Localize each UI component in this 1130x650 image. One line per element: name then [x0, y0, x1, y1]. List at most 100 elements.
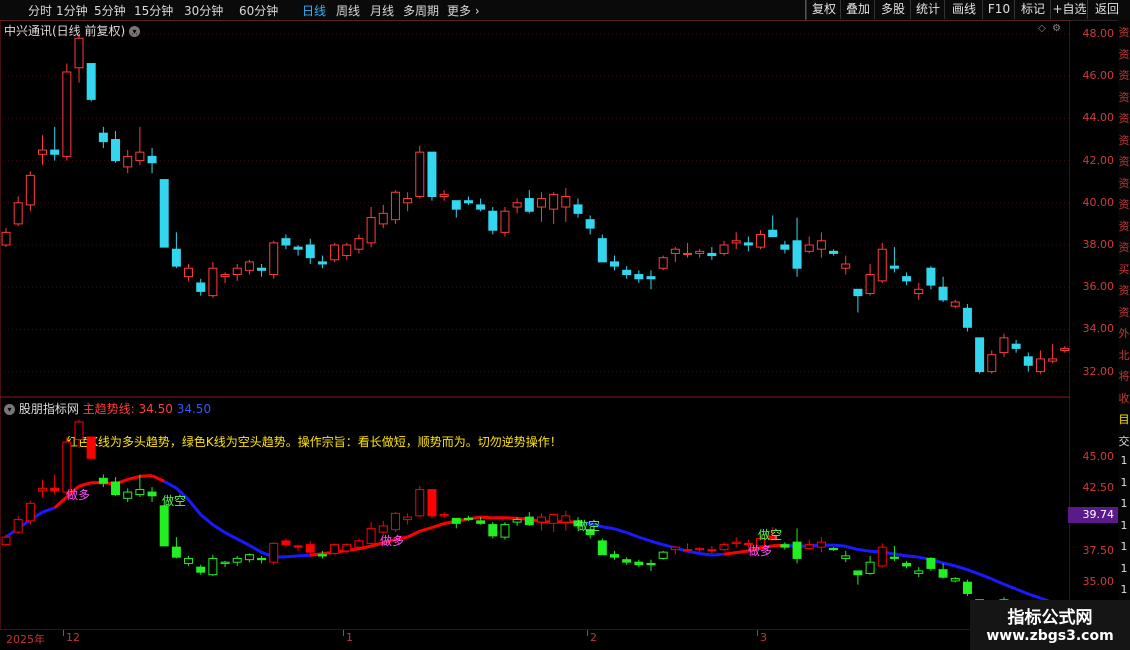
ind-candle-body	[926, 557, 936, 569]
ind-candle-body	[293, 545, 303, 548]
ind-candle-body	[244, 554, 254, 561]
candle-body	[208, 267, 218, 297]
trend-line-segment	[139, 474, 153, 478]
trend-line-segment	[419, 526, 433, 533]
candle-body	[902, 276, 912, 282]
date-tick-label: 12	[66, 631, 80, 644]
indicator-chart[interactable]: 做多 做空做多做空做空做多	[0, 397, 1070, 630]
candle-body	[1011, 343, 1021, 349]
ind-candle-body	[123, 491, 133, 499]
strip-char: 将	[1118, 370, 1130, 383]
candle-body	[1, 231, 11, 246]
toolbar-button-4[interactable]: 画线	[944, 0, 983, 19]
strip-char: 资	[1118, 133, 1130, 147]
ind-candle-body	[865, 561, 875, 574]
period-tab-1[interactable]: 1分钟	[56, 2, 88, 19]
ind-candle-body	[707, 549, 717, 552]
candle-body	[159, 179, 169, 248]
candle-body	[463, 200, 473, 204]
toolbar-button-6[interactable]: 标记	[1014, 0, 1051, 19]
y-tick-label: 48.00	[1082, 27, 1115, 40]
candle-body	[38, 149, 48, 155]
ind-candle-body	[111, 481, 121, 496]
ind-candle-body	[877, 546, 887, 567]
trend-line-segment	[894, 552, 907, 558]
candle-body	[914, 288, 924, 295]
ind-candle-body	[257, 557, 267, 561]
candle-body	[98, 132, 108, 143]
ind-candle-body	[208, 557, 218, 576]
ind-candle-body	[536, 516, 546, 523]
candle-body	[804, 244, 814, 252]
strip-char: 资	[1118, 47, 1130, 61]
trend-line-segment	[212, 523, 226, 534]
strip-char: 资	[1118, 90, 1130, 104]
ind-candle-body	[147, 491, 157, 497]
period-tab-6[interactable]: 日线	[302, 2, 326, 19]
trend-line-segment	[127, 474, 141, 481]
period-tab-7[interactable]: 周线	[336, 2, 360, 19]
toolbar-button-7[interactable]: +自选	[1050, 0, 1088, 19]
candle-body	[135, 151, 145, 162]
candle-body	[451, 200, 461, 210]
ind-candle-body	[269, 542, 279, 563]
period-tab-5[interactable]: 60分钟	[239, 2, 278, 19]
candle-body	[293, 246, 303, 250]
period-tab-3[interactable]: 15分钟	[134, 2, 173, 19]
candlestick-chart[interactable]	[0, 20, 1070, 397]
toolbar-button-1[interactable]: 叠加	[840, 0, 875, 19]
strip-char: 收	[1118, 391, 1130, 405]
watermark-url: www.zbgs3.com	[986, 628, 1114, 644]
candle-body	[658, 257, 668, 269]
candle-body	[549, 193, 559, 210]
period-tab-0[interactable]: 分时	[28, 2, 52, 19]
toolbar-button-5[interactable]: F10	[982, 0, 1015, 19]
trend-line-segment	[163, 480, 178, 490]
date-tick-label: 3	[760, 631, 767, 644]
toolbar-button-8[interactable]: 返回	[1087, 0, 1126, 19]
top-toolbar: 分时 1分钟 5分钟 15分钟 30分钟 60分钟 日线 周线 月线 多周期 更多 › 复权 叠加 多股…	[0, 0, 1130, 21]
ind-candle-body	[780, 544, 790, 548]
ind-candle-body	[792, 541, 802, 559]
candle-body	[1060, 347, 1070, 352]
ind-candle-body	[476, 520, 486, 524]
period-tab-2[interactable]: 5分钟	[94, 2, 126, 19]
strip-char: 外	[1118, 327, 1130, 340]
date-tick	[757, 630, 758, 636]
ind-candle-body	[731, 541, 741, 544]
ind-candle-body	[889, 556, 899, 559]
ind-candle-body	[86, 436, 96, 459]
ind-candle-body	[13, 519, 23, 533]
period-tab-9[interactable]: 多周期	[403, 2, 439, 19]
ind-candle-body	[427, 489, 437, 517]
candle-body	[1035, 358, 1045, 373]
period-tab-8[interactable]: 月线	[370, 2, 394, 19]
candle-body	[50, 149, 60, 155]
period-tab-4[interactable]: 30分钟	[184, 2, 223, 19]
signal-label: 做空	[162, 493, 186, 508]
toolbar-button-3[interactable]: 统计	[910, 0, 945, 19]
period-tab-10[interactable]: 更多 ›	[447, 2, 480, 19]
trend-line-segment	[199, 513, 214, 526]
trend-line-segment	[942, 561, 956, 568]
toolbar-button-2[interactable]: 多股	[874, 0, 911, 19]
candle-body	[536, 198, 546, 208]
ind-y-tick-label: 35.00	[1082, 575, 1115, 589]
strip-char: 1	[1120, 583, 1128, 596]
ind-candle-body	[439, 514, 449, 517]
candle-body	[792, 240, 802, 269]
candle-body	[111, 139, 121, 162]
candle-body	[488, 210, 498, 231]
main-y-axis: 48.00 46.00 44.00 42.00 40.00 38.00 36.00 34.00…	[1070, 20, 1118, 397]
toolbar-button-0[interactable]: 复权	[806, 0, 841, 19]
candle-body	[634, 274, 644, 280]
ind-candle-body	[366, 527, 376, 544]
ind-candle-body	[561, 515, 571, 523]
ind-candle-body	[719, 544, 729, 551]
y-tick-label: 40.00	[1082, 195, 1115, 209]
ind-candle-body	[670, 546, 680, 551]
candle-body	[695, 250, 705, 254]
ind-candle-body	[25, 502, 35, 522]
strip-char: 资	[1118, 241, 1130, 254]
ind-candle-body	[330, 544, 340, 554]
